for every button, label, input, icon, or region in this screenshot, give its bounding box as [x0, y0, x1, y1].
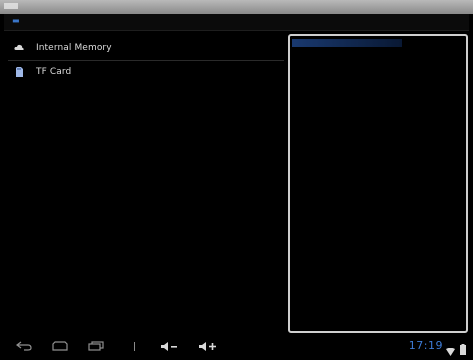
volume-down-button[interactable]: [158, 339, 180, 353]
cloud-icon: [14, 43, 24, 53]
battery-icon: [460, 340, 466, 359]
storage-list: Internal Memory TF Card: [4, 34, 284, 334]
home-icon: [52, 341, 68, 351]
recent-apps-button[interactable]: [86, 339, 106, 353]
tf-card-label: TF Card: [36, 67, 72, 77]
internal-memory-label: Internal Memory: [36, 43, 112, 53]
nav-separator: [134, 342, 135, 351]
back-button[interactable]: [14, 339, 34, 353]
recent-apps-icon: [88, 341, 104, 351]
top-strip-marker: [4, 3, 18, 9]
status-clock: 17:19: [408, 339, 443, 352]
home-button[interactable]: [50, 339, 70, 353]
volume-down-icon: [161, 341, 177, 351]
window-top-strip: [0, 0, 473, 14]
volume-up-icon: [199, 341, 216, 351]
list-item-tf-card[interactable]: TF Card: [4, 60, 284, 84]
volume-up-button[interactable]: [196, 339, 220, 353]
content-panel[interactable]: [288, 34, 468, 333]
action-bar: ▬: [4, 14, 469, 31]
system-nav-bar: 17:19: [0, 335, 473, 357]
app-glyph-icon: ▬: [12, 16, 20, 25]
wifi-icon: [446, 341, 455, 360]
list-item-internal-memory[interactable]: Internal Memory: [4, 36, 284, 60]
sd-card-icon: [14, 67, 24, 77]
app-window: ▬ Internal Memory TF Card 17:19: [0, 0, 473, 357]
panel-header-highlight: [292, 39, 402, 47]
back-arrow-icon: [16, 341, 32, 351]
